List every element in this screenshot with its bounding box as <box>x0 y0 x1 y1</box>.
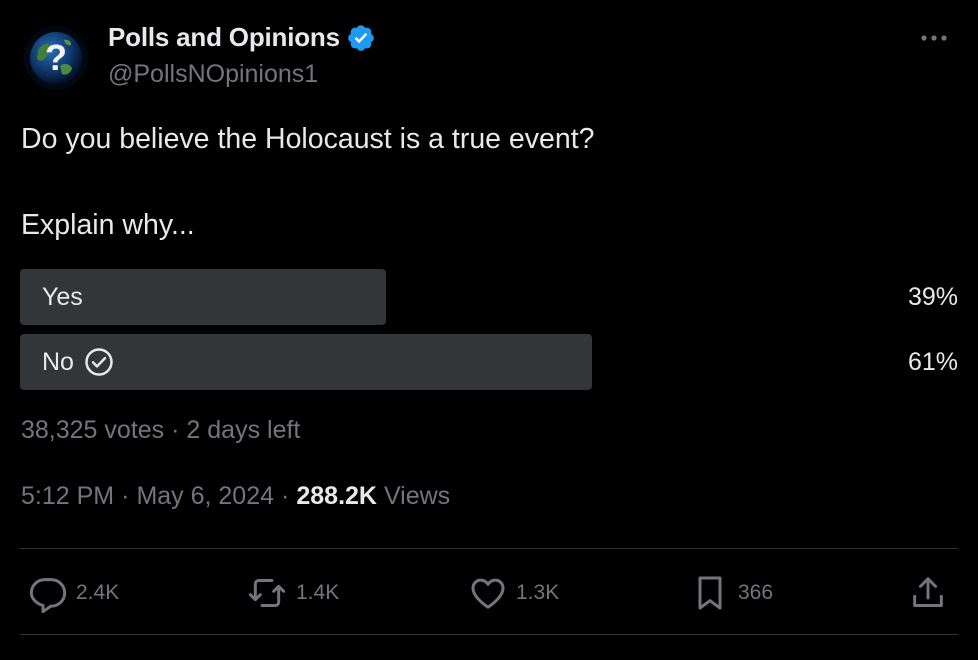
separator: · <box>281 482 290 510</box>
like-count: 1.3K <box>516 581 560 604</box>
tweet-text: Do you believe the Holocaust is a true e… <box>21 123 595 241</box>
divider <box>20 634 958 635</box>
display-name[interactable]: Polls and Opinions <box>108 22 340 53</box>
poll-votes: 38,325 votes <box>21 416 165 444</box>
like-button[interactable]: 1.3K <box>468 568 559 618</box>
reply-icon <box>29 578 67 613</box>
poll-option-yes[interactable]: Yes 39% <box>20 269 958 325</box>
views-label: Views <box>383 482 451 510</box>
reply-count: 2.4K <box>76 581 120 604</box>
timestamp-row: 5:12 PM · May 6, 2024 · 288.2K Views <box>21 482 450 511</box>
globe-avatar-icon: ? <box>24 26 88 90</box>
repost-count: 1.4K <box>296 581 340 604</box>
bookmark-count: 366 <box>738 581 774 604</box>
poll-option-percent: 61% <box>907 347 958 376</box>
repost-button[interactable]: 1.4K <box>246 568 339 618</box>
verified-badge-icon[interactable] <box>346 23 376 53</box>
bookmark-button[interactable]: 366 <box>690 568 773 618</box>
repost-icon <box>248 579 286 607</box>
poll-option-label: No <box>42 347 74 376</box>
account-handle[interactable]: @PollsNOpinions1 <box>108 60 318 89</box>
divider <box>20 548 958 549</box>
more-options-button[interactable] <box>914 18 954 58</box>
bookmark-icon <box>698 576 722 610</box>
account-name-row[interactable]: Polls and Opinions <box>108 22 376 53</box>
tweet-date[interactable]: May 6, 2024 <box>136 482 274 511</box>
poll-meta: 38,325 votes · 2 days left <box>21 416 300 445</box>
share-button[interactable] <box>908 568 948 618</box>
avatar[interactable]: ? <box>24 26 88 90</box>
reply-button[interactable]: 2.4K <box>28 568 119 618</box>
poll-option-percent: 39% <box>907 282 958 311</box>
poll-time-left: 2 days left <box>186 416 301 444</box>
like-icon <box>471 578 505 609</box>
separator: · <box>171 416 180 444</box>
poll-option-no[interactable]: No 61% <box>20 334 958 390</box>
poll-option-label: Yes <box>42 282 83 311</box>
views-count[interactable]: 288.2K <box>296 482 377 510</box>
tweet-time[interactable]: 5:12 PM <box>21 482 114 511</box>
share-icon <box>913 577 943 607</box>
svg-text:?: ? <box>45 37 67 78</box>
check-circle-icon <box>85 348 113 376</box>
separator: · <box>121 482 130 510</box>
more-options-icon <box>921 35 947 41</box>
